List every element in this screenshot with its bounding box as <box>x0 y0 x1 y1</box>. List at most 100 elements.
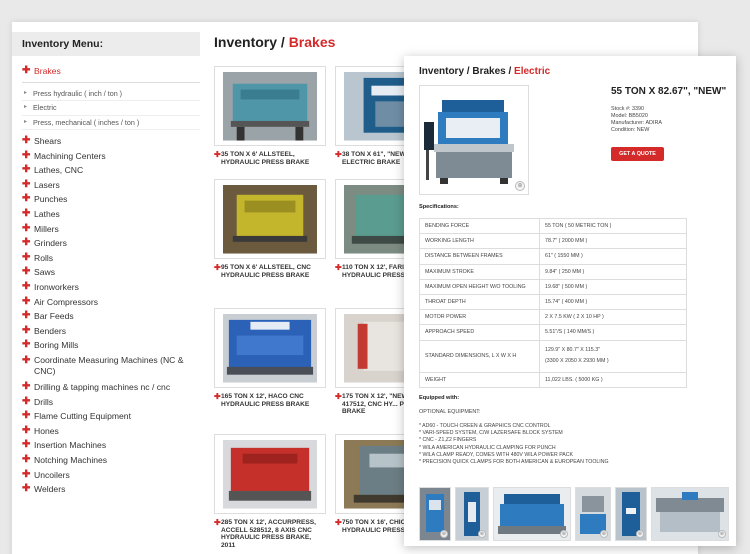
product-caption[interactable]: ✚ 95 TON X 6' ALLSTEEL, CNC HYDRAULIC PRE… <box>214 264 326 279</box>
plus-icon: ✚ <box>335 150 342 159</box>
equipment-list: * AD60 - TOUCH CREEN & GRAPHICS CNC CONT… <box>419 423 608 466</box>
menu-item-uncoilers[interactable]: ✚ Uncoilers <box>22 468 200 483</box>
plus-icon: ✚ <box>22 453 31 465</box>
submenu-item-press-mechanical[interactable]: ▸ Press, mechanical ( inches / ton ) <box>22 116 200 131</box>
plus-icon: ✚ <box>22 266 31 278</box>
zoom-icon[interactable]: ⊕ <box>718 530 726 538</box>
menu-item-brakes[interactable]: ✚ Brakes <box>22 64 200 83</box>
menu-item-machining-centers[interactable]: ✚ Machining Centers <box>22 149 200 164</box>
plus-icon: ✚ <box>22 424 31 436</box>
plus-icon: ✚ <box>22 339 31 351</box>
product-card[interactable]: ✚ 285 TON X 12', ACCURPRESS, ACCELL 52851… <box>214 434 326 549</box>
menu-item-label: Saws <box>34 267 56 278</box>
spec-key: STANDARD DIMENSIONS, L X W X H <box>419 339 540 373</box>
product-caption[interactable]: ✚ 35 TON X 6' ALLSTEEL, HYDRAULIC PRESS B… <box>214 151 326 166</box>
product-thumbnail[interactable] <box>214 308 326 388</box>
menu-item-bar-feeds[interactable]: ✚ Bar Feeds <box>22 309 200 324</box>
menu-item-air-compressors[interactable]: ✚ Air Compressors <box>22 295 200 310</box>
menu-item-lathes[interactable]: ✚ Lathes <box>22 207 200 222</box>
press-brake-photo <box>223 314 317 383</box>
menu-item-millers[interactable]: ✚ Millers <box>22 222 200 237</box>
gallery-thumbnail[interactable]: ⊕ <box>455 487 489 541</box>
gallery-thumbnail[interactable]: ⊕ <box>651 487 729 541</box>
list-item: * CNC - Z1,Z2 FINGERS <box>419 437 477 444</box>
menu-item-drilling-tapping[interactable]: ✚ Drilling & tapping machines nc / cnc <box>22 380 200 395</box>
menu-item-welders[interactable]: ✚ Welders <box>22 482 200 497</box>
zoom-icon[interactable]: ⊕ <box>515 181 525 191</box>
gallery-thumbnail[interactable]: ⊕ <box>419 487 451 541</box>
menu-item-drills[interactable]: ✚ Drills <box>22 395 200 410</box>
menu-item-flame-cutting[interactable]: ✚ Flame Cutting Equipment <box>22 409 200 424</box>
product-caption[interactable]: ✚ 165 TON X 12', HACO CNC HYDRAULIC PRESS… <box>214 393 326 408</box>
product-card[interactable]: ✚ 165 TON X 12', HACO CNC HYDRAULIC PRESS… <box>214 308 326 408</box>
product-card[interactable]: ✚ 95 TON X 6' ALLSTEEL, CNC HYDRAULIC PRE… <box>214 179 326 279</box>
zoom-icon[interactable]: ⊕ <box>440 530 448 538</box>
menu-item-boring-mills[interactable]: ✚ Boring Mills <box>22 338 200 353</box>
product-main-image[interactable]: ⊕ <box>419 85 529 195</box>
product-caption[interactable]: ✚ 285 TON X 12', ACCURPRESS, ACCELL 52851… <box>214 519 326 549</box>
menu-item-ironworkers[interactable]: ✚ Ironworkers <box>22 280 200 295</box>
product-card[interactable]: ✚ 35 TON X 6' ALLSTEEL, HYDRAULIC PRESS B… <box>214 66 326 166</box>
breadcrumb-prefix: Inventory / Brakes / <box>419 66 515 77</box>
spec-value-mm: (3300 X 2050 X 2930 MM ) <box>545 358 609 364</box>
spec-key: APPROACH SPEED <box>419 324 540 341</box>
spec-key: BENDING FORCE <box>419 217 540 235</box>
menu-item-shears[interactable]: ✚ Shears <box>22 134 200 149</box>
spec-key: WEIGHT <box>419 371 540 388</box>
zoom-icon[interactable]: ⊕ <box>478 530 486 538</box>
menu-item-saws[interactable]: ✚ Saws <box>22 265 200 280</box>
plus-icon: ✚ <box>335 518 342 527</box>
product-thumbnail[interactable] <box>214 434 326 514</box>
submenu-item-electric[interactable]: ▸ Electric <box>22 101 200 116</box>
menu-item-label: Air Compressors <box>34 296 98 307</box>
zoom-icon[interactable]: ⊕ <box>636 530 644 538</box>
spec-value: 78.7" ( 2000 MM ) <box>539 233 687 250</box>
spec-value-inches: 129.9" X 80.7" X 115.3" <box>545 347 601 353</box>
menu-item-label: Benders <box>34 325 67 336</box>
product-thumbnail[interactable] <box>214 66 326 146</box>
arrow-icon: ▸ <box>24 118 28 125</box>
table-row: BENDING FORCE 55 TON ( 50 METRIC TON ) <box>419 217 687 235</box>
menu-item-hones[interactable]: ✚ Hones <box>22 424 200 439</box>
menu-item-notching-machines[interactable]: ✚ Notching Machines <box>22 453 200 468</box>
menu-item-grinders[interactable]: ✚ Grinders <box>22 236 200 251</box>
plus-icon: ✚ <box>22 355 31 366</box>
plus-icon: ✚ <box>22 439 31 451</box>
spec-value: 11,022 LBS. ( 5000 KG ) <box>539 371 687 388</box>
submenu-item-press-hydraulic[interactable]: ▸ Press hydraulic ( inch / ton ) <box>22 87 200 102</box>
menu-item-lasers[interactable]: ✚ Lasers <box>22 178 200 193</box>
plus-icon: ✚ <box>22 208 31 220</box>
list-item: * WILA AMERICAN HYDRAULIC CLAMPING FOR P… <box>419 444 556 451</box>
gallery-thumbnail[interactable]: ⊕ <box>493 487 571 541</box>
zoom-icon[interactable]: ⊕ <box>560 530 568 538</box>
menu-item-lathes-cnc[interactable]: ✚ Lathes, CNC <box>22 163 200 178</box>
menu-item-label: Brakes <box>34 66 61 76</box>
menu-item-benders[interactable]: ✚ Benders <box>22 324 200 339</box>
title-prefix: Inventory / <box>214 34 289 50</box>
gallery-thumbnail[interactable]: ⊕ <box>615 487 647 541</box>
menu-item-rolls[interactable]: ✚ Rolls <box>22 251 200 266</box>
zoom-icon[interactable]: ⊕ <box>600 530 608 538</box>
machine-detail-photo <box>494 488 570 540</box>
get-a-quote-button[interactable]: GET A QUOTE <box>611 147 664 161</box>
breadcrumb: Inventory / Brakes / Electric <box>419 66 550 77</box>
gallery-thumbnail[interactable]: ⊕ <box>575 487 611 541</box>
menu-item-label: Coordinate Measuring Machines (NC & CNC) <box>34 355 184 376</box>
gallery-thumbnails: ⊕ ⊕ ⊕ ⊕ ⊕ ⊕ <box>419 487 729 541</box>
table-row: MOTOR POWER 2 X 7.5 KW ( 2 X 10 HP ) <box>419 309 687 326</box>
menu-item-label: Millers <box>34 223 59 234</box>
product-thumbnail[interactable] <box>214 179 326 259</box>
plus-icon: ✚ <box>22 164 31 176</box>
spec-value: 129.9" X 80.7" X 115.3" (3300 X 2050 X 29… <box>539 339 687 373</box>
plus-icon: ✚ <box>22 65 31 76</box>
condition: Condition: NEW <box>611 127 650 133</box>
plus-icon: ✚ <box>335 392 342 401</box>
spec-key: MAXIMUM OPEN HEIGHT W/O TOOLING <box>419 278 540 295</box>
menu-item-label: Drills <box>34 396 54 407</box>
menu-item-insertion-machines[interactable]: ✚ Insertion Machines <box>22 438 200 453</box>
menu-item-cmm[interactable]: ✚ Coordinate Measuring Machines (NC & CNC… <box>22 355 200 377</box>
menu-item-punches[interactable]: ✚ Punches <box>22 192 200 207</box>
sidebar-title: Inventory Menu: <box>12 32 200 56</box>
menu-item-label: Grinders <box>34 238 67 249</box>
plus-icon: ✚ <box>22 193 31 205</box>
